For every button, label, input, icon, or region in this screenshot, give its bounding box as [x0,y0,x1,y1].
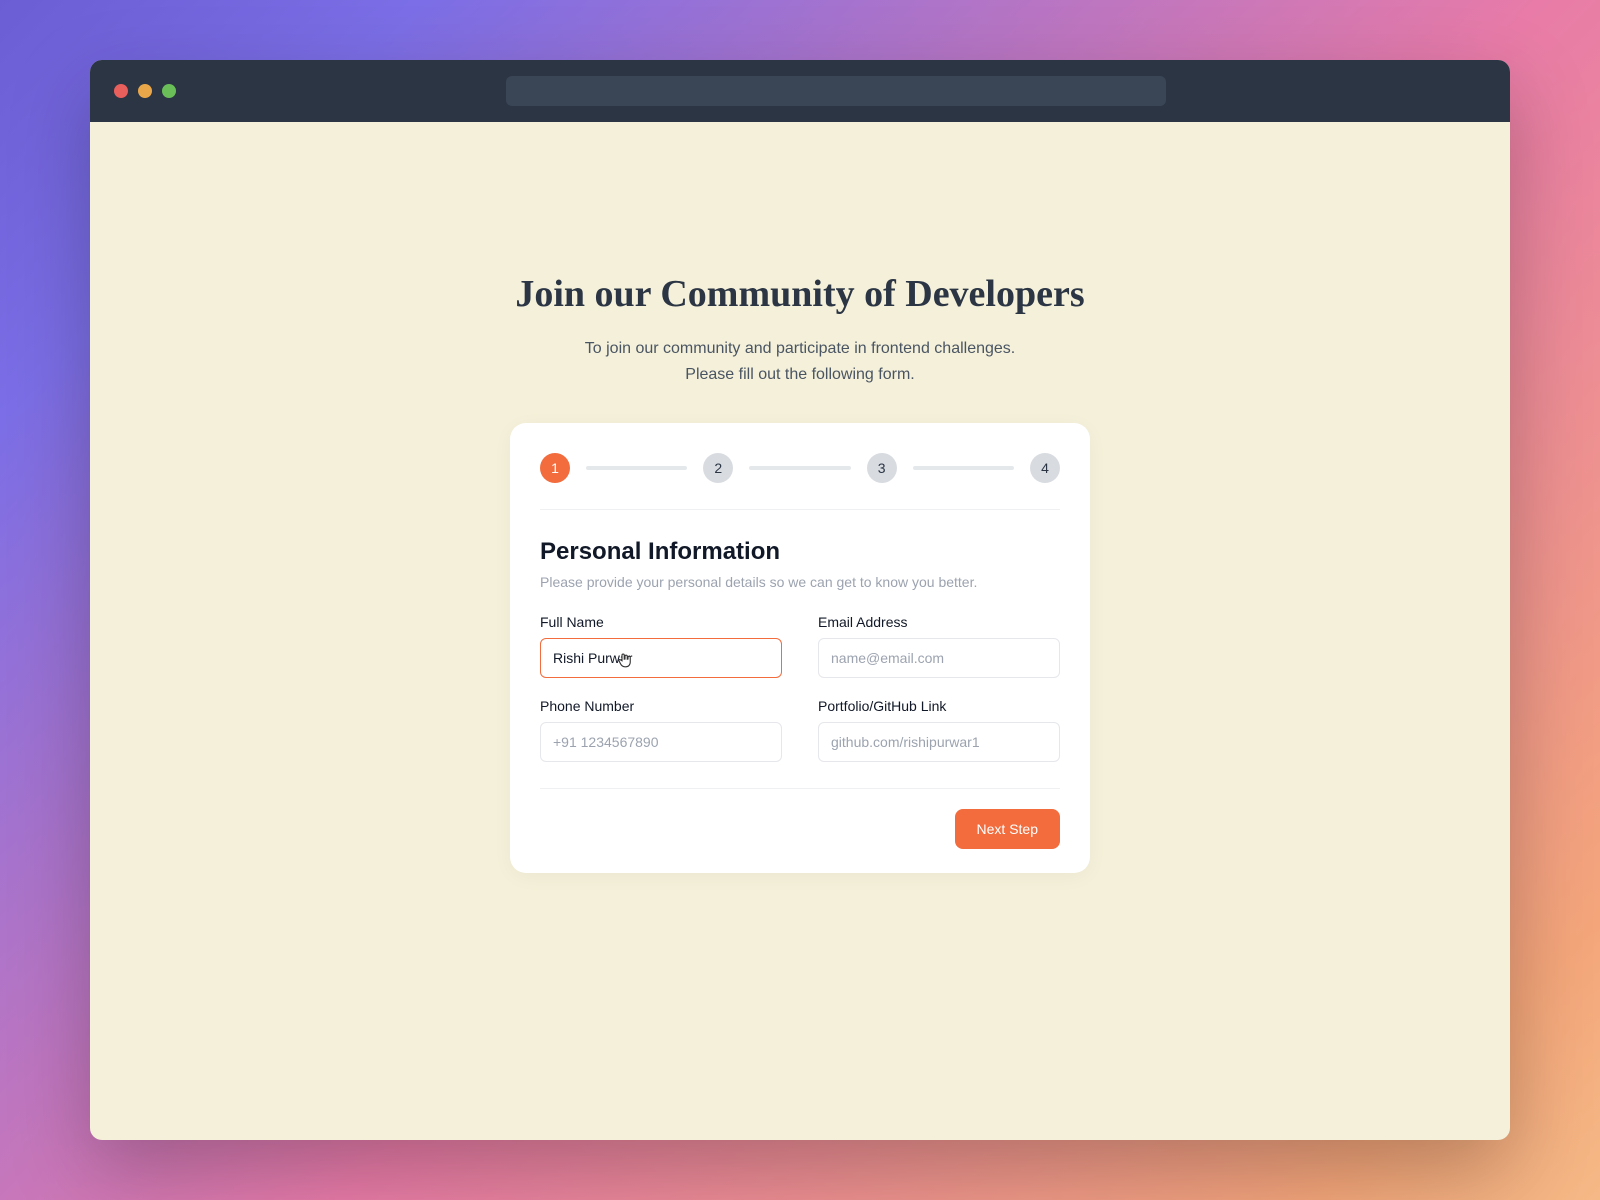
minimize-window-button[interactable] [138,84,152,98]
section-description: Please provide your personal details so … [540,574,1060,590]
portfolio-input[interactable] [818,722,1060,762]
full-name-label: Full Name [540,614,782,630]
stepper: 1 2 3 4 [540,453,1060,510]
page-title: Join our Community of Developers [515,272,1084,316]
portfolio-label: Portfolio/GitHub Link [818,698,1060,714]
step-4[interactable]: 4 [1030,453,1060,483]
subtitle-line-1: To join our community and participate in… [585,340,1015,357]
form-card: 1 2 3 4 Personal Information Please prov… [510,423,1090,873]
maximize-window-button[interactable] [162,84,176,98]
form-grid: Full Name Email Address Phone Number [540,614,1060,789]
subtitle-line-2: Please fill out the following form. [685,366,914,383]
page-subtitle: To join our community and participate in… [585,336,1015,387]
step-connector [749,466,850,470]
step-1[interactable]: 1 [540,453,570,483]
full-name-input[interactable] [540,638,782,678]
step-3[interactable]: 3 [867,453,897,483]
field-portfolio: Portfolio/GitHub Link [818,698,1060,762]
email-label: Email Address [818,614,1060,630]
close-window-button[interactable] [114,84,128,98]
step-connector [913,466,1014,470]
browser-chrome [90,60,1510,122]
phone-label: Phone Number [540,698,782,714]
url-bar[interactable] [506,76,1166,106]
browser-window: Join our Community of Developers To join… [90,60,1510,1140]
step-2[interactable]: 2 [703,453,733,483]
section-title: Personal Information [540,538,1060,566]
step-connector [586,466,687,470]
field-phone: Phone Number [540,698,782,762]
email-input[interactable] [818,638,1060,678]
field-full-name: Full Name [540,614,782,678]
next-step-button[interactable]: Next Step [955,809,1060,849]
phone-input[interactable] [540,722,782,762]
form-actions: Next Step [540,789,1060,849]
page-content: Join our Community of Developers To join… [90,122,1510,1140]
field-email: Email Address [818,614,1060,678]
